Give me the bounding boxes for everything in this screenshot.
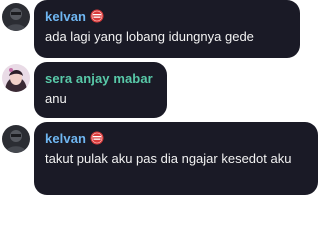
chat-message: kelvan takut pulak aku pas dia ngajar ke… xyxy=(0,122,320,200)
message-bubble: kelvan ada lagi yang lobang idungnya ged… xyxy=(34,0,300,58)
chat-message: kelvan ada lagi yang lobang idungnya ged… xyxy=(0,0,320,62)
message-bubble: kelvan takut pulak aku pas dia ngajar ke… xyxy=(34,122,318,195)
author-name[interactable]: kelvan xyxy=(45,9,86,24)
message-text: anu xyxy=(45,91,67,106)
role-badge-icon xyxy=(90,9,104,23)
avatar[interactable] xyxy=(2,64,30,92)
avatar[interactable] xyxy=(2,3,30,31)
avatar[interactable] xyxy=(2,125,30,153)
chat-log: kelvan ada lagi yang lobang idungnya ged… xyxy=(0,0,320,246)
message-text: ada lagi yang lobang idungnya gede xyxy=(45,29,254,44)
author-name[interactable]: sera anjay mabar xyxy=(45,71,153,86)
message-text: takut pulak aku pas dia ngajar kesedot a… xyxy=(45,151,292,166)
role-badge-icon xyxy=(90,131,104,145)
chat-message: sera anjay mabar anu xyxy=(0,62,320,120)
author-name[interactable]: kelvan xyxy=(45,131,86,146)
message-bubble: sera anjay mabar anu xyxy=(34,62,167,118)
